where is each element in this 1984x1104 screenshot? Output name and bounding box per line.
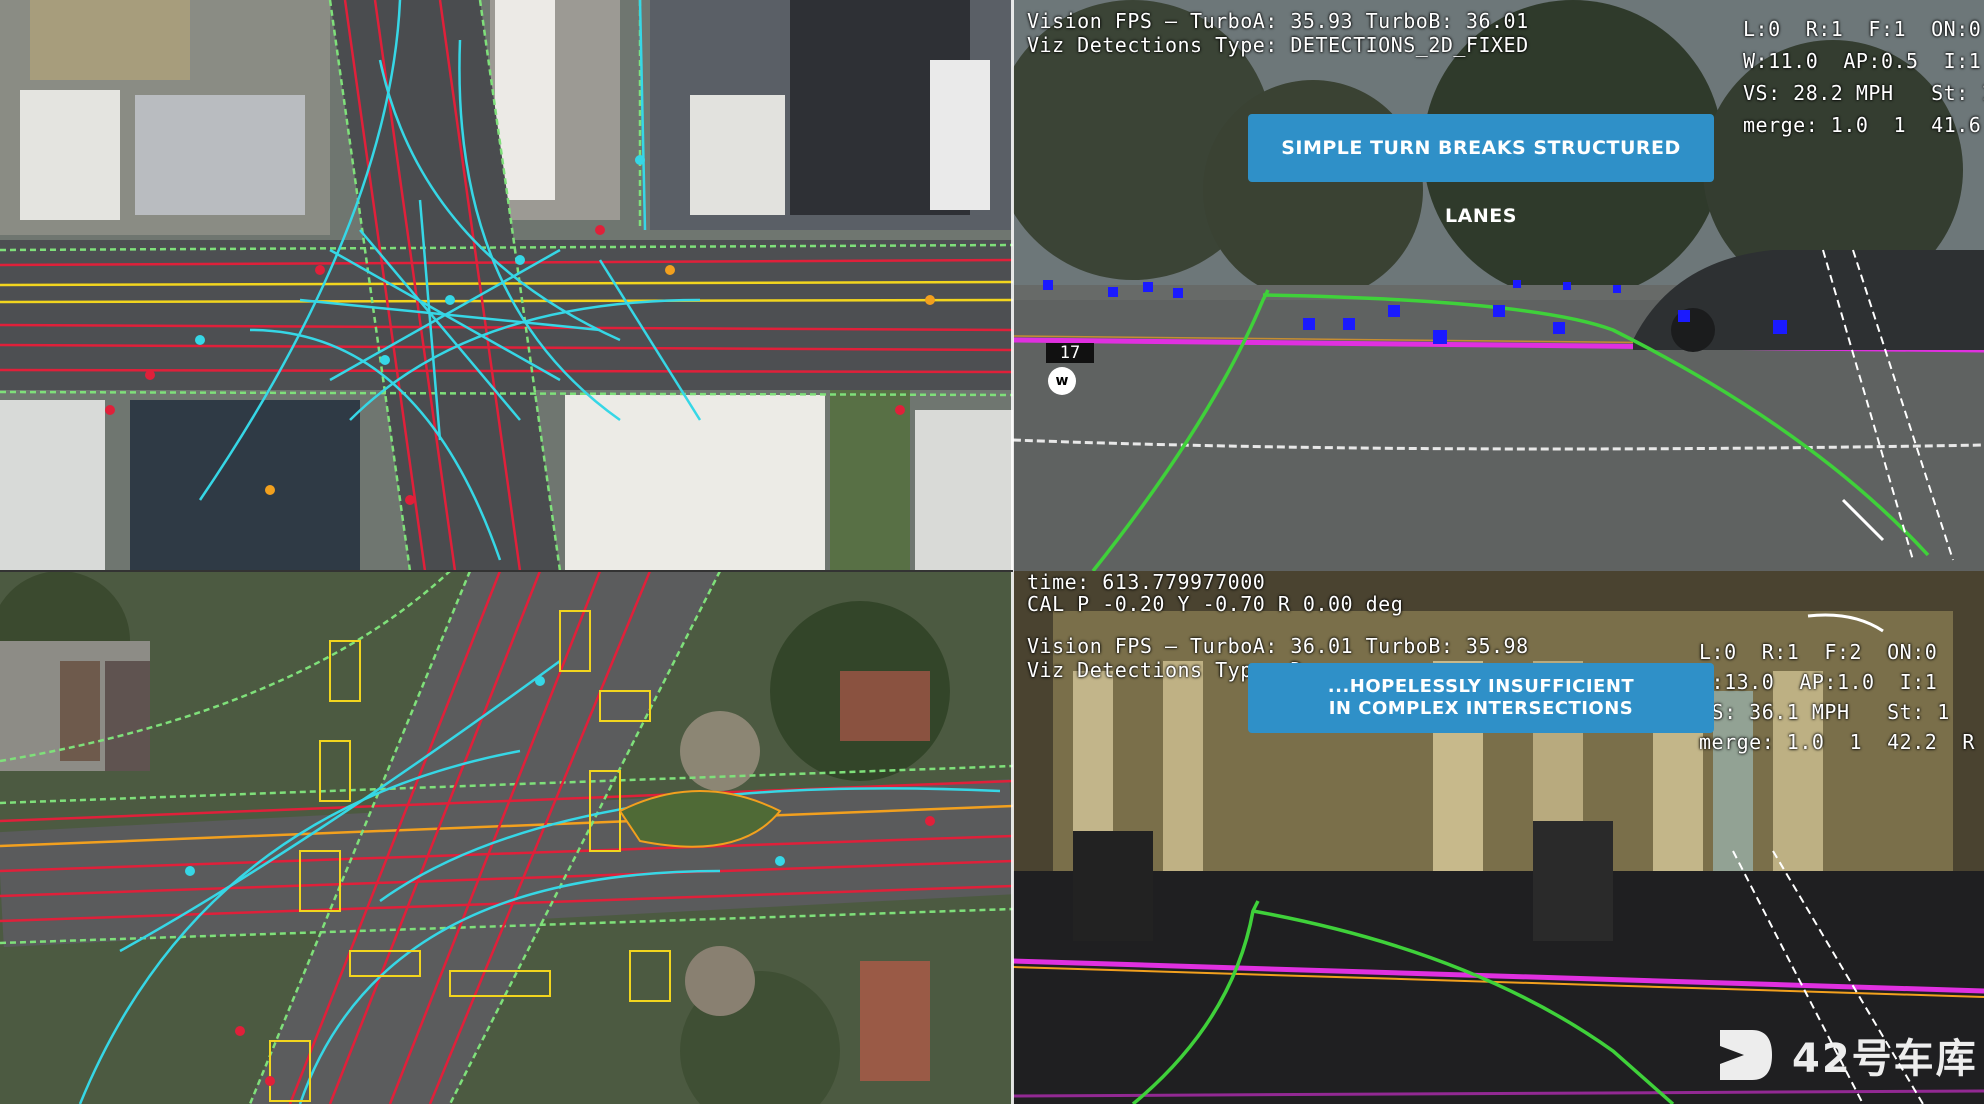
garage-logo-icon [1720, 1030, 1772, 1080]
horizontal-divider [0, 570, 1013, 572]
map-bottom-panel [0, 571, 1013, 1104]
hud-stats-line-3: VS: 36.1 MPH St: 1 [1699, 700, 1950, 724]
hud-stats-line-2: W:11.0 AP:0.5 I:1 [1743, 49, 1982, 73]
waypoint-badge-icon: w [1048, 367, 1076, 395]
hud-stats-line-2: W:13.0 AP:1.0 I:1 [1699, 670, 1938, 694]
hud-stats-line-1: L:0 R:1 F:1 ON:0 [1743, 17, 1982, 41]
camera-top-panel: Vision FPS — TurboA: 35.93 TurboB: 36.01… [1013, 0, 1984, 571]
hud-stats-line-3: VS: 28.2 MPH St: 1 [1743, 81, 1984, 105]
hud-fps-line: Vision FPS — TurboA: 36.01 TurboB: 35.98 [1027, 634, 1529, 658]
map-bottom-overlay [0, 571, 1013, 1104]
bottom-caption-banner: ...HOPELESSLY INSUFFICIENT IN COMPLEX IN… [1248, 663, 1714, 733]
watermark-text: 42号车库 [1792, 1036, 1978, 1082]
bottom-caption-line-1: ...HOPELESSLY INSUFFICIENT [1327, 676, 1635, 697]
hud-fps-line: Vision FPS — TurboA: 35.93 TurboB: 36.01 [1027, 9, 1529, 33]
map-top-overlay [0, 0, 1013, 571]
watermark: 42号车库 [1710, 1020, 1978, 1090]
map-top-panel [0, 0, 1013, 571]
hud-stats-line-1: L:0 R:1 F:2 ON:0 [1699, 640, 1938, 664]
hud-stats-line-4: merge: 1.0 1 42.2 R [1699, 730, 1975, 754]
hud-viz-line: Viz Detections Type: DETECTIONS_2D_FIXED [1027, 33, 1529, 57]
reference-id-label: 17 [1046, 343, 1094, 363]
bottom-caption-line-2: IN COMPLEX INTERSECTIONS [1328, 698, 1634, 719]
vertical-divider [1011, 0, 1014, 1104]
hud-cal-line: CAL P -0.20 Y -0.70 R 0.00 deg [1027, 592, 1404, 616]
top-caption-banner: SIMPLE TURN BREAKS STRUCTURED LANES [1248, 114, 1714, 227]
hud-stats-line-4: merge: 1.0 1 41.6 L [1743, 113, 1982, 137]
